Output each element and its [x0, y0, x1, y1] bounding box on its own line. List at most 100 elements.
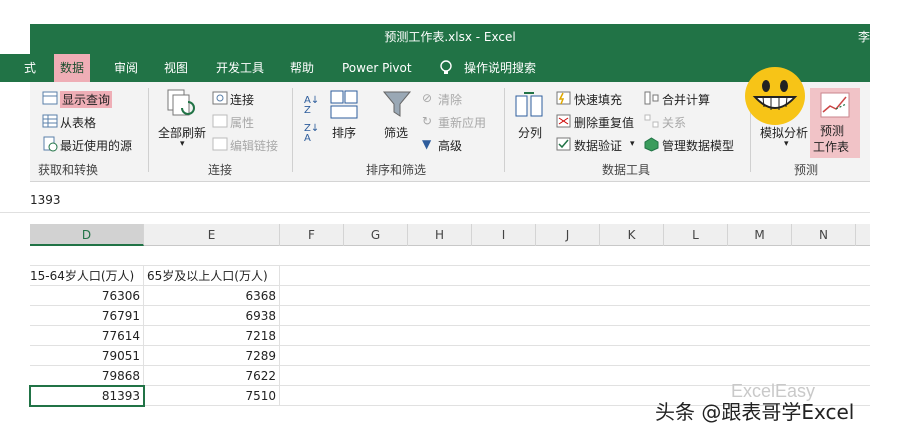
- chevron-down-icon[interactable]: ▾: [180, 139, 185, 149]
- refresh-all-icon: [167, 89, 195, 116]
- cell-d[interactable]: 76306: [30, 286, 144, 306]
- table-row: 15-64岁人口(万人) 65岁及以上人口(万人): [30, 266, 870, 286]
- remove-duplicates-button[interactable]: 删除重复值: [574, 114, 634, 131]
- column-header-h[interactable]: H: [408, 224, 472, 246]
- cell-e[interactable]: 7218: [144, 326, 280, 346]
- active-cell-d[interactable]: 81393: [29, 385, 145, 407]
- reapply-icon: ↻: [422, 114, 433, 128]
- filter-button[interactable]: 筛选: [384, 124, 408, 141]
- group-separator: [504, 88, 505, 172]
- relationships-icon: [644, 114, 659, 128]
- sort-icon: [330, 90, 358, 119]
- relationships-button[interactable]: 关系: [662, 114, 686, 131]
- table-row: 76791 6938: [30, 306, 870, 326]
- text-to-columns-button[interactable]: 分列: [518, 124, 542, 141]
- table-row: [30, 246, 870, 266]
- group-data-tools: 数据工具: [602, 163, 651, 177]
- cell-e[interactable]: 6938: [144, 306, 280, 326]
- sort-button[interactable]: 排序: [332, 124, 356, 141]
- group-sort-filter: 排序和筛选: [366, 163, 427, 177]
- manage-data-model-button[interactable]: 管理数据模型: [662, 137, 734, 154]
- data-validation-icon: [556, 137, 571, 151]
- column-header-f[interactable]: F: [280, 224, 344, 246]
- chevron-down-icon[interactable]: ▾: [784, 139, 789, 149]
- connections-button[interactable]: 连接: [230, 91, 254, 108]
- advanced-filter-icon: ▼: [422, 137, 432, 151]
- cell-e[interactable]: 6368: [144, 286, 280, 306]
- column-header-n[interactable]: N: [792, 224, 856, 246]
- header-cell-e[interactable]: 65岁及以上人口(万人): [144, 266, 280, 286]
- tab-review[interactable]: 审阅: [108, 54, 144, 82]
- group-get-transform: 获取和转换: [38, 163, 99, 177]
- group-separator: [292, 88, 293, 172]
- forecast-sheet-button[interactable]: 预测 工作表: [810, 88, 860, 158]
- consolidate-button[interactable]: 合并计算: [662, 91, 710, 108]
- forecast-chart-icon: [820, 92, 850, 118]
- column-header-m[interactable]: M: [728, 224, 792, 246]
- forecast-sheet-label-1: 预测: [820, 124, 845, 138]
- column-header-k[interactable]: K: [600, 224, 664, 246]
- column-header-i[interactable]: I: [472, 224, 536, 246]
- properties-button[interactable]: 属性: [230, 114, 254, 131]
- table-icon: [42, 114, 58, 128]
- filter-icon: [382, 91, 412, 117]
- formula-bar[interactable]: 1393: [0, 189, 870, 213]
- edit-links-button[interactable]: 编辑链接: [230, 137, 278, 154]
- cell-e[interactable]: 7289: [144, 346, 280, 366]
- flash-fill-icon: [556, 91, 571, 105]
- table-row: 77614 7218: [30, 326, 870, 346]
- from-table-button[interactable]: 从表格: [60, 114, 96, 131]
- cell-d[interactable]: 77614: [30, 326, 144, 346]
- title-bar: 预测工作表.xlsx - Excel 李: [30, 24, 870, 54]
- cell-d[interactable]: 79868: [30, 366, 144, 386]
- cell-d[interactable]: 76791: [30, 306, 144, 326]
- reapply-button[interactable]: 重新应用: [438, 114, 486, 131]
- user-name: 李: [857, 30, 870, 44]
- sort-asc-icon[interactable]: A↓ Z: [304, 96, 319, 116]
- window-title: 预测工作表.xlsx - Excel: [384, 30, 516, 44]
- manage-data-model-icon: [644, 137, 659, 152]
- group-forecast: 预测: [794, 163, 819, 177]
- flash-fill-button[interactable]: 快速填充: [574, 91, 622, 108]
- column-header-g[interactable]: G: [344, 224, 408, 246]
- tab-power-pivot[interactable]: Power Pivot: [336, 54, 418, 82]
- cell-e[interactable]: 7622: [144, 366, 280, 386]
- tab-view[interactable]: 视图: [158, 54, 194, 82]
- clear-icon: ⊘: [422, 91, 433, 105]
- cell-e[interactable]: 7510: [144, 386, 280, 406]
- table-row: 76306 6368: [30, 286, 870, 306]
- remove-duplicates-icon: [556, 114, 571, 128]
- column-header-l[interactable]: L: [664, 224, 728, 246]
- forecast-sheet-label-2: 工作表: [813, 140, 850, 154]
- grinning-face-icon: [745, 67, 805, 125]
- cell-d[interactable]: 79051: [30, 346, 144, 366]
- consolidate-icon: [644, 91, 659, 105]
- caption: 头条 @跟表哥学Excel: [655, 400, 855, 424]
- edit-links-icon: [212, 137, 228, 151]
- data-validation-button[interactable]: 数据验证: [574, 137, 622, 154]
- column-header-d[interactable]: D: [30, 224, 144, 246]
- tab-formulas[interactable]: 式: [18, 54, 42, 82]
- tab-data[interactable]: 数据: [54, 54, 91, 82]
- clear-button[interactable]: 清除: [438, 91, 462, 108]
- chevron-down-icon[interactable]: ▾: [630, 139, 635, 149]
- ribbon-tabs: 式 数据 审阅 视图 开发工具 帮助 Power Pivot 操作说明搜索: [0, 54, 870, 82]
- sort-desc-icon[interactable]: Z↓ A: [304, 124, 319, 144]
- tab-help[interactable]: 帮助: [284, 54, 320, 82]
- show-query-icon: [42, 91, 58, 105]
- text-to-columns-icon: [515, 92, 543, 117]
- group-separator: [148, 88, 149, 172]
- recent-sources-button[interactable]: 最近使用的源: [60, 137, 132, 154]
- advanced-button[interactable]: 高级: [438, 137, 462, 154]
- show-query-button[interactable]: 显示查询: [60, 91, 113, 108]
- tab-developer[interactable]: 开发工具: [210, 54, 270, 82]
- tell-me-search[interactable]: 操作说明搜索: [458, 54, 542, 82]
- column-header-e[interactable]: E: [144, 224, 280, 246]
- column-headers: D E F G H I J K L M N: [30, 224, 870, 246]
- connections-icon: [212, 91, 228, 105]
- header-cell-d[interactable]: 15-64岁人口(万人): [27, 266, 144, 286]
- formula-bar-value: 1393: [30, 193, 61, 207]
- ribbon: 显示查询 从表格 最近使用的源 获取和转换 全部刷新 ▾ 连接 属性 编辑链接 …: [30, 82, 870, 182]
- lightbulb-icon: [440, 60, 452, 74]
- column-header-j[interactable]: J: [536, 224, 600, 246]
